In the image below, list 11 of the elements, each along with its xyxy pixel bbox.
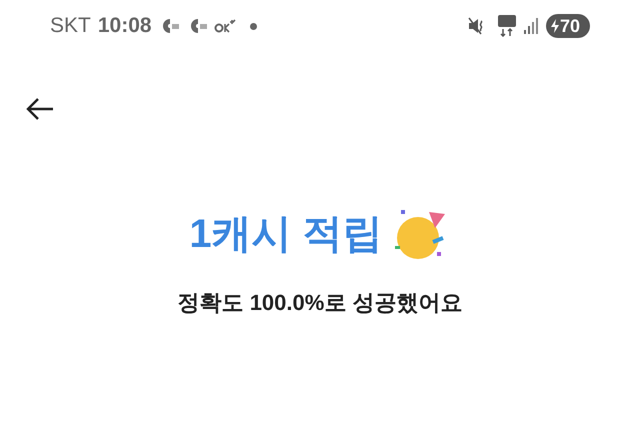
reward-title: 1캐시 적립 xyxy=(189,211,383,258)
app-notification-icon xyxy=(190,18,208,34)
dot-icon xyxy=(250,22,257,30)
signal-icon xyxy=(524,18,538,34)
battery-indicator: 70 xyxy=(546,14,590,38)
clock-text: 10:08 xyxy=(98,13,152,40)
result-message: 정확도 100.0%로 성공했어요 xyxy=(178,289,462,317)
network-5g-icon xyxy=(498,15,516,37)
app-notification-icon xyxy=(162,18,180,34)
carrier-text: SKT xyxy=(50,13,91,40)
ok-notification-icon xyxy=(214,18,238,34)
